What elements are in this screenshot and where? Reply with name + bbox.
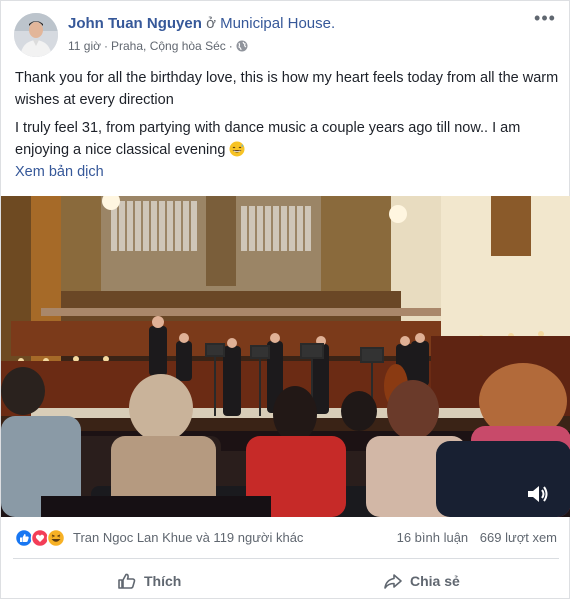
globe-icon[interactable] [236, 40, 248, 52]
post-location[interactable]: Praha, Cộng hòa Séc [111, 39, 226, 53]
post-paragraph-2-text: I truly feel 31, from partying with danc… [15, 120, 521, 158]
post-text: Thank you for all the birthday love, thi… [15, 67, 561, 167]
post-timestamp[interactable]: 11 giờ [68, 39, 101, 53]
share-button[interactable]: Chia sẻ [383, 567, 460, 595]
reactions-bar: Tran Ngoc Lan Khue và 119 người khác 16 … [1, 524, 570, 552]
post-header: John Tuan Nguyen ở Municipal House. 11 g… [1, 1, 570, 59]
post-paragraph-1: Thank you for all the birthday love, thi… [15, 70, 559, 108]
post-paragraph-2: I truly feel 31, from partying with danc… [15, 117, 561, 161]
more-icon[interactable]: ••• [533, 9, 557, 29]
engagement-counts: 16 bình luận 669 lượt xem [397, 530, 557, 545]
meta-separator: · [104, 39, 108, 53]
grinning-sweat-emoji [229, 141, 245, 157]
author-avatar[interactable] [14, 13, 58, 57]
post-actions: Thích Chia sẻ [1, 564, 570, 598]
feed-post: John Tuan Nguyen ở Municipal House. 11 g… [0, 0, 570, 599]
actions-divider [13, 558, 559, 559]
reaction-icons[interactable] [15, 528, 69, 548]
place-link[interactable]: Municipal House. [220, 15, 335, 32]
post-author-line: John Tuan Nguyen ở Municipal House. [68, 15, 335, 32]
haha-reaction-icon [46, 528, 66, 548]
video-player[interactable] [1, 196, 570, 517]
share-label: Chia sẻ [410, 573, 460, 589]
reaction-summary-link[interactable]: Tran Ngoc Lan Khue và 119 người khác [73, 530, 303, 545]
thumbs-up-icon [118, 573, 136, 589]
views-count: 669 lượt xem [479, 530, 557, 545]
see-translation-link[interactable]: Xem bản dịch [15, 164, 104, 180]
love-reaction-icon [30, 528, 50, 548]
author-name-link[interactable]: John Tuan Nguyen [68, 15, 202, 32]
concert-hall-video-frame [1, 196, 570, 517]
volume-icon[interactable] [525, 483, 549, 505]
meta-separator-2: · [228, 39, 233, 53]
at-connector: ở [206, 15, 216, 32]
like-reaction-icon [15, 528, 34, 548]
share-arrow-icon [384, 574, 402, 589]
like-button[interactable]: Thích [117, 567, 181, 595]
post-meta: 11 giờ · Praha, Cộng hòa Séc · [68, 39, 248, 53]
like-label: Thích [144, 573, 182, 589]
comments-count-link[interactable]: 16 bình luận [397, 530, 469, 545]
